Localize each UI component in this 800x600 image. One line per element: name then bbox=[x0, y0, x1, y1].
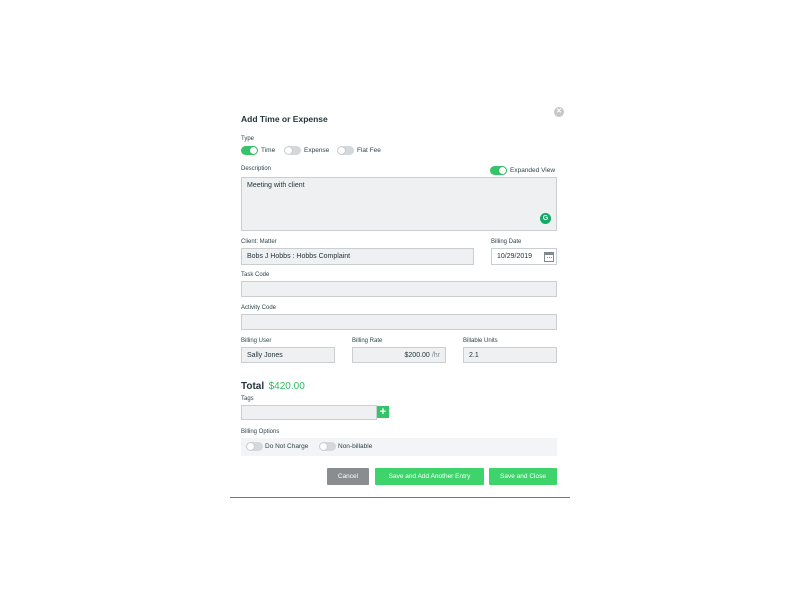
billing-rate-unit: /hr bbox=[431, 351, 440, 359]
add-time-expense-dialog: Add Time or Expense ✕ Type Time Expense … bbox=[230, 103, 570, 498]
total-label: Total bbox=[241, 381, 265, 392]
type-flat-fee-label: Flat Fee bbox=[357, 147, 381, 154]
close-icon[interactable]: ✕ bbox=[554, 107, 564, 117]
billing-date-label: Billing Date bbox=[491, 239, 522, 245]
billing-rate-field[interactable]: $200.00 /hr bbox=[352, 347, 446, 363]
billable-units-label: Billable Units bbox=[463, 338, 498, 344]
non-billable-toggle[interactable] bbox=[319, 442, 336, 451]
total-row: Total $420.00 bbox=[241, 376, 305, 394]
type-expense-toggle[interactable] bbox=[284, 146, 301, 155]
description-value: Meeting with client bbox=[247, 182, 305, 189]
client-matter-value: Bobs J Hobbs : Hobbs Complaint bbox=[247, 253, 351, 260]
billing-user-value: Sally Jones bbox=[247, 351, 283, 359]
billable-units-field[interactable]: 2.1 bbox=[463, 347, 557, 363]
task-code-label: Task Code bbox=[241, 272, 270, 278]
dialog-title: Add Time or Expense bbox=[241, 114, 328, 124]
description-textarea[interactable]: Meeting with client bbox=[241, 177, 557, 231]
add-tag-button[interactable]: + bbox=[377, 406, 389, 418]
client-matter-field[interactable]: Bobs J Hobbs : Hobbs Complaint bbox=[241, 248, 474, 265]
billing-date-value: 10/29/2019 bbox=[497, 253, 533, 260]
task-code-field[interactable] bbox=[241, 281, 557, 297]
do-not-charge-toggle[interactable] bbox=[246, 442, 263, 451]
cancel-button[interactable]: Cancel bbox=[327, 468, 369, 485]
billing-user-label: Billing User bbox=[241, 338, 272, 344]
billing-rate-value: $200.00 bbox=[404, 351, 430, 359]
expanded-view-label: Expanded View bbox=[510, 167, 556, 174]
activity-code-label: Activity Code bbox=[241, 305, 277, 311]
activity-code-field[interactable] bbox=[241, 314, 557, 330]
expanded-view-toggle[interactable] bbox=[490, 166, 507, 175]
billing-user-field[interactable]: Sally Jones bbox=[241, 347, 335, 363]
type-time-toggle[interactable] bbox=[241, 146, 258, 155]
description-label: Description bbox=[241, 166, 272, 172]
type-label: Type bbox=[241, 136, 255, 142]
type-flat-fee-toggle[interactable] bbox=[337, 146, 354, 155]
type-time-label: Time bbox=[261, 147, 276, 154]
grammarly-icon[interactable]: G bbox=[540, 213, 551, 224]
client-matter-label: Client: Matter bbox=[241, 239, 277, 245]
tags-field[interactable] bbox=[241, 405, 377, 420]
do-not-charge-label: Do Not Charge bbox=[265, 443, 309, 450]
total-value: $420.00 bbox=[268, 381, 305, 392]
tags-label: Tags bbox=[241, 396, 254, 402]
billing-options-label: Billing Options bbox=[241, 429, 280, 435]
billing-rate-label: Billing Rate bbox=[352, 338, 383, 344]
save-and-close-button[interactable]: Save and Close bbox=[489, 468, 557, 485]
billable-units-value: 2.1 bbox=[469, 351, 479, 359]
save-and-add-another-button[interactable]: Save and Add Another Entry bbox=[375, 468, 484, 485]
non-billable-label: Non-billable bbox=[338, 443, 373, 450]
type-expense-label: Expense bbox=[304, 147, 330, 154]
calendar-icon[interactable] bbox=[544, 252, 554, 262]
